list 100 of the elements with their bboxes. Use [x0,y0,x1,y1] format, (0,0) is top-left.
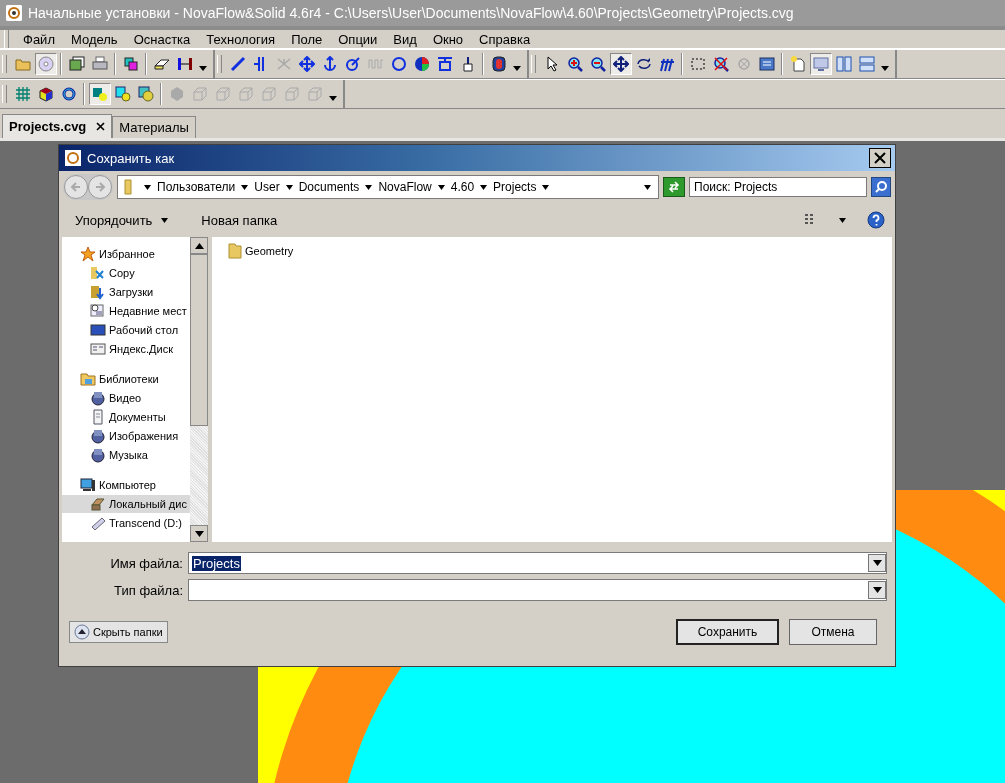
nav-item[interactable]: Недавние мест [62,302,190,320]
disc-icon [37,56,54,72]
scroll-down-button[interactable] [190,525,208,542]
search-button[interactable] [871,177,891,197]
nav-item[interactable]: Документы [62,408,190,426]
dialog-button[interactable]: Отмена [789,619,877,645]
caret-icon [872,587,882,593]
box-view-icon [214,86,231,102]
close-icon[interactable] [96,122,106,131]
computer-icon [80,477,96,493]
menu-item[interactable]: Модель [64,31,124,47]
caret-icon [160,215,170,225]
nav-item[interactable]: Избранное [62,245,190,263]
caret-icon [643,182,652,192]
nav-item[interactable]: Библиотеки [62,370,190,388]
dropdown-button[interactable] [868,581,886,599]
folder-special-icon [90,265,106,281]
folder-item[interactable]: Geometry [228,243,294,259]
command-button[interactable]: Упорядочить [69,210,176,230]
caret-icon [880,65,889,71]
nav-item[interactable]: Рабочий стол [62,321,190,339]
menu-item[interactable]: Окно [426,31,470,47]
swap-icon [735,56,752,72]
toolbar-button[interactable] [609,53,632,75]
menu-item[interactable]: Файл [17,31,61,47]
cube-icon [37,86,54,102]
nav-item[interactable]: Transcend (D:) [62,514,190,532]
dropdown-button[interactable] [868,554,886,572]
rows-icon [858,56,875,72]
nav-item[interactable]: Изображения [62,427,190,445]
media-icon [90,390,106,406]
help-button[interactable] [867,211,885,229]
address-bar[interactable]: Пользователи User Documents NovaFlow 4.60 Projects [117,175,659,199]
right-arrow-icon [94,181,106,193]
ring-icon [60,86,77,102]
slash-line-icon [229,56,246,72]
field-label: Имя файла: [109,555,183,571]
gauge-icon [344,56,361,72]
dialog-button[interactable]: Сохранить [676,619,779,645]
nav-item[interactable]: Компьютер [62,476,190,494]
nav-item[interactable]: Видео [62,389,190,407]
box-view-icon [283,86,300,102]
eraser-icon [153,56,170,72]
command-button[interactable]: Новая папка [195,210,284,230]
nav-item[interactable]: Copy [62,264,190,282]
media-icon [90,447,106,463]
media-icon [90,428,106,444]
nav-item[interactable]: Локальный дис [62,495,190,513]
dropdown-button[interactable] [838,215,847,225]
window-icon [90,341,106,357]
menu-item[interactable]: Справка [473,31,537,47]
grid-icon [14,86,31,102]
mesh-icon [137,86,154,102]
breadcrumb-item[interactable]: Documents [298,180,360,194]
caret-icon [541,182,551,192]
nav-item[interactable]: Загрузки [62,283,190,301]
caret-icon [143,182,152,192]
scroll-up-button[interactable] [190,237,208,254]
caret-icon [436,182,446,192]
hide-folders-button[interactable]: Скрыть папки [69,621,168,643]
pie-chart-icon [413,56,430,72]
columns-icon [835,56,852,72]
filename-field[interactable] [188,579,887,601]
refresh-button[interactable] [663,177,685,197]
document-tab[interactable]: Материалы [112,116,196,138]
caret-icon [240,182,250,192]
document-tab[interactable]: Projects.cvg [2,114,113,138]
dialog-title: Сохранить как [87,150,176,166]
menu-item[interactable]: Опции [332,31,384,47]
breadcrumb-item[interactable]: 4.60 [450,180,475,194]
box-view-icon [237,86,254,102]
capsule-icon [490,56,507,72]
picture-icon [68,56,85,72]
wave-icon [367,56,384,72]
search-field[interactable]: Поиск: Projects [689,177,867,197]
library-icon [80,371,96,387]
breadcrumb-item[interactable]: User [254,180,280,194]
close-button[interactable] [869,148,891,168]
breadcrumb-item[interactable]: Projects [493,180,537,194]
menu-item[interactable]: Оснастка [127,31,197,47]
usb-icon [90,515,106,531]
menu-item[interactable]: Вид [387,31,423,47]
nav-item[interactable]: Яндекс.Диск [62,340,190,358]
breadcrumb-item[interactable]: Пользователи [157,180,236,194]
four-arrows-icon [298,56,315,72]
caret-icon [328,95,337,101]
scrollbar[interactable] [190,237,208,542]
window-icon [758,56,775,72]
downloads-icon [90,284,106,300]
filename-field[interactable]: Projects [188,552,887,574]
nav-item[interactable]: Музыка [62,446,190,464]
circle-icon [390,56,407,72]
folder-icon [228,243,242,259]
breadcrumb-item[interactable]: NovaFlow [378,180,432,194]
menu-item[interactable]: Поле [285,31,329,47]
menu-item[interactable]: Технология [200,31,282,47]
move-icon [612,56,629,72]
up-arrow-icon [194,242,204,249]
help-icon [867,211,885,229]
monitor-icon [812,56,829,72]
